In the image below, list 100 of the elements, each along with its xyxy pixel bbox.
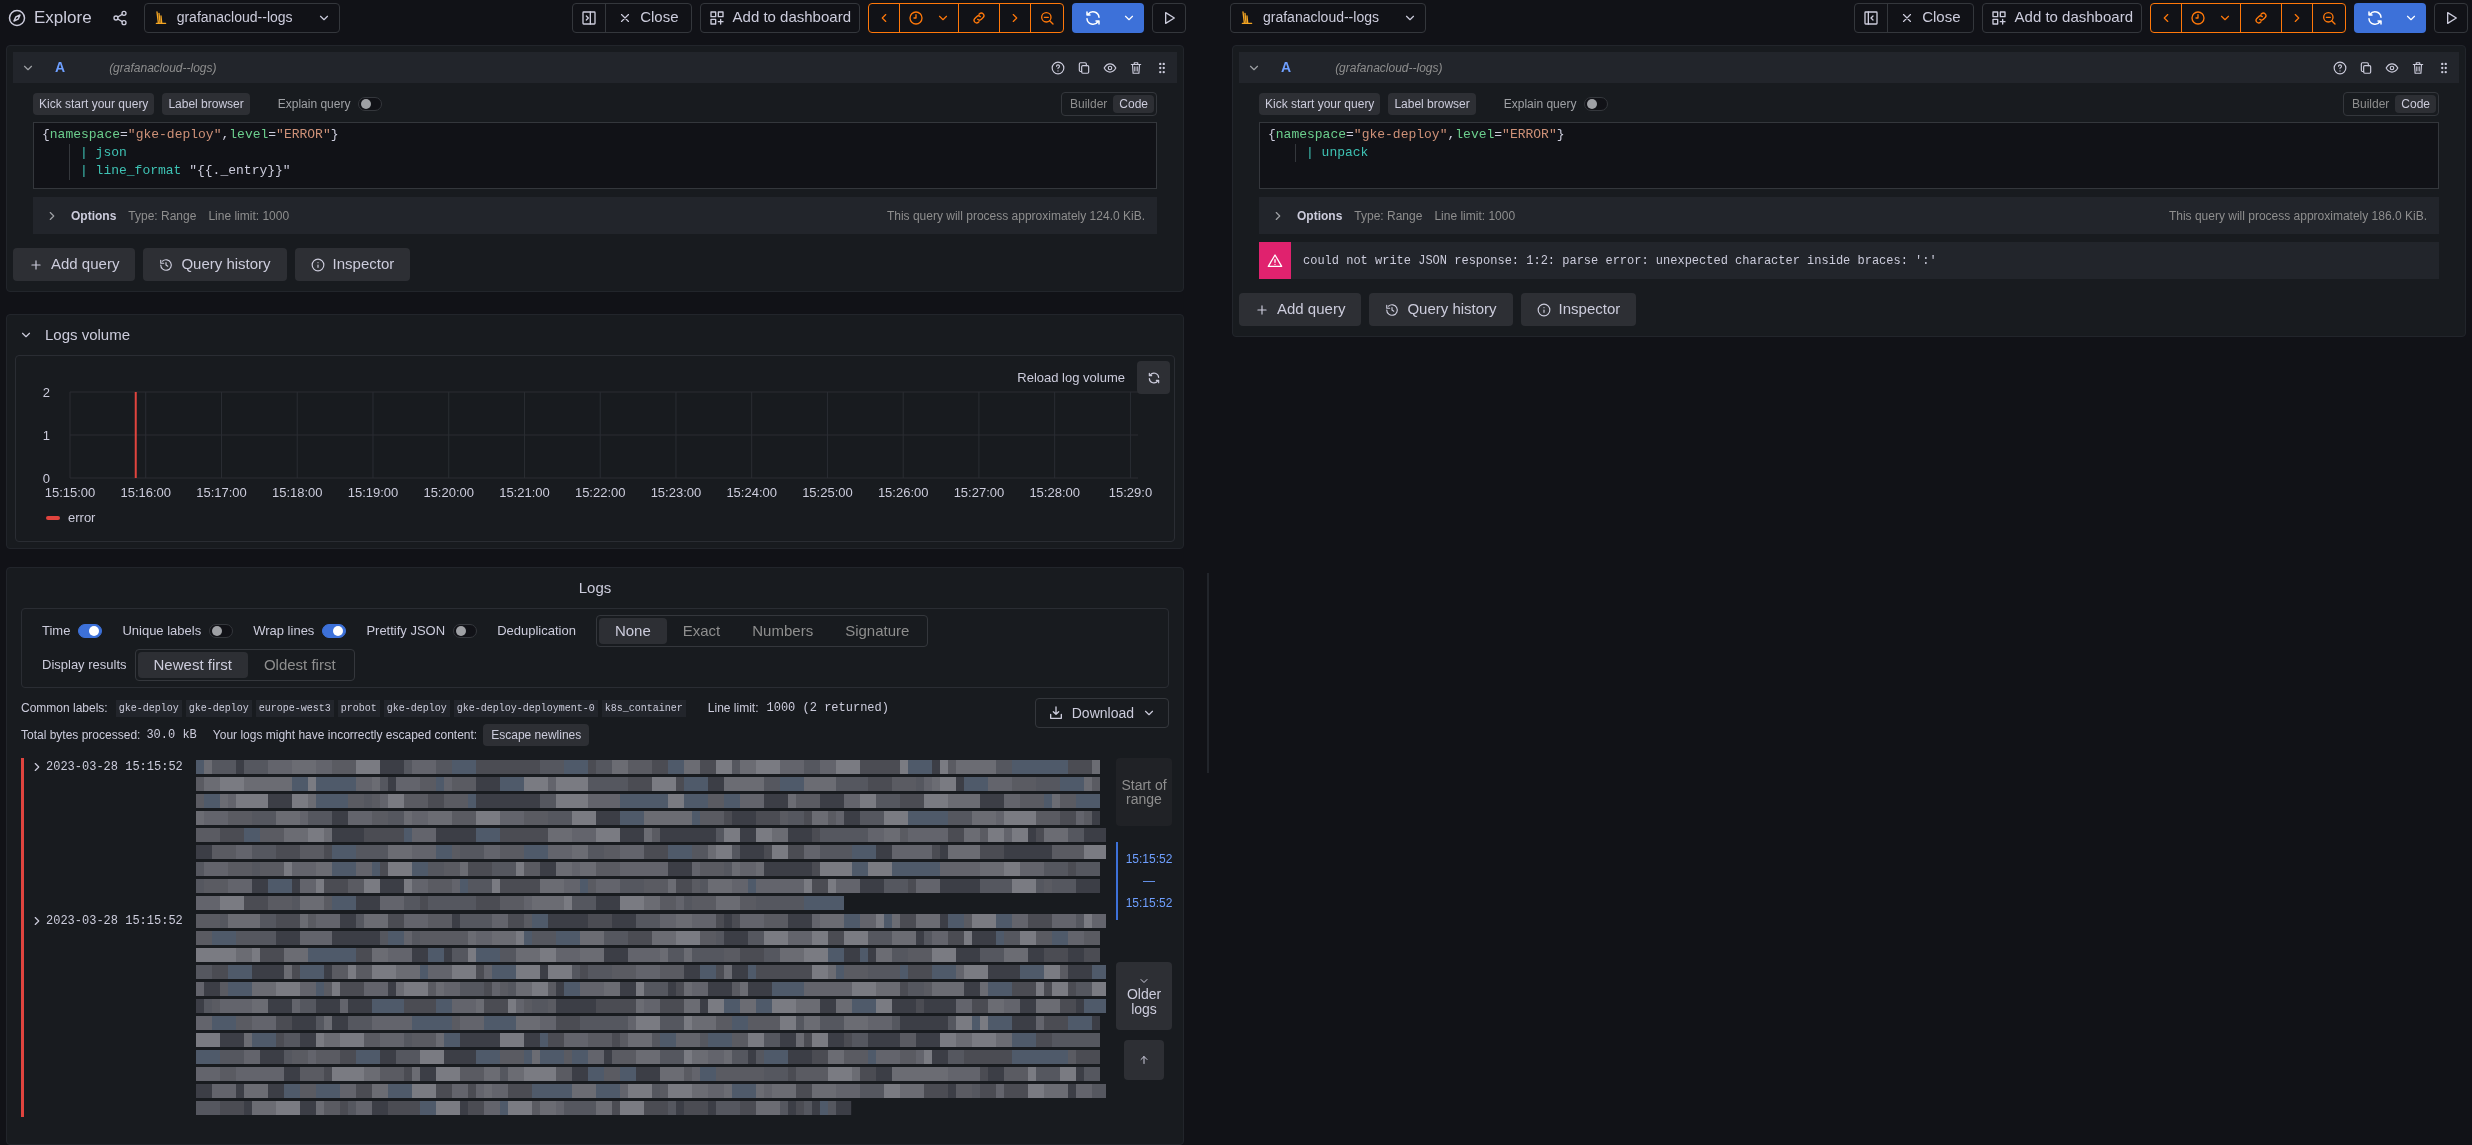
label-chip: europe-west3 [255, 699, 334, 717]
explain-query-toggle[interactable] [358, 97, 383, 111]
editor-mode-tab[interactable]: Code [2395, 95, 2436, 113]
compass-icon [8, 8, 26, 27]
duplicate-button[interactable] [2359, 60, 2373, 75]
options-row[interactable]: Options Type: Range Line limit: 1000 This query will process approximately 186.0 KiB. [1259, 197, 2439, 234]
dedup-option[interactable]: None [598, 618, 667, 644]
bytes-processed-label: Total bytes processed: [21, 727, 141, 744]
older-logs-button[interactable]: Older logs [1116, 962, 1172, 1030]
escape-warning: Your logs might have incorrectly escaped content: [212, 727, 478, 744]
option-label: Time [42, 622, 71, 641]
datasource-picker[interactable]: grafanacloud--logs [143, 2, 340, 33]
query-action-button[interactable]: Add query [13, 248, 136, 281]
run-query-button[interactable] [2434, 2, 2468, 33]
x-tick-label: 15:22:00 [574, 485, 626, 500]
help-button[interactable] [2333, 60, 2347, 75]
option-toggle[interactable] [322, 624, 347, 638]
help-button[interactable] [1051, 60, 1065, 75]
query-action-button[interactable]: Inspector [294, 248, 411, 281]
copy-icon [2359, 60, 2373, 75]
hide-query-button[interactable] [2385, 60, 2399, 75]
range-start-time: 15:15:52 [1125, 851, 1173, 868]
order-option[interactable]: Newest first [137, 652, 248, 678]
query-helper-button[interactable]: Kick start your query [33, 93, 155, 115]
line-limit: Line limit: 1000 [208, 207, 290, 225]
dedup-option[interactable]: Signature [829, 618, 926, 644]
query-action-button[interactable]: Add query [1239, 293, 1362, 326]
query-editor[interactable]: {namespace="gke-deploy",level="ERROR"} | json | line_format "{{._entry}}" [33, 122, 1157, 189]
query-action-button[interactable]: Query history [143, 248, 287, 281]
query-helper-button[interactable]: Label browser [1388, 93, 1476, 115]
plus-icon [1255, 302, 1269, 317]
grid-plus-icon [708, 9, 725, 26]
trash-icon [2411, 60, 2425, 75]
query-helper-button[interactable]: Label browser [162, 93, 250, 115]
x-tick-label: 15:18:00 [271, 485, 323, 500]
range-end-time: 15:15:52 [1125, 895, 1173, 912]
refresh-icon [2366, 8, 2384, 27]
options-row[interactable]: Options Type: Range Line limit: 1000 This query will process approximately 124.0 KiB. [33, 197, 1157, 234]
datasource-logo-icon [1239, 9, 1255, 26]
query-action-button[interactable]: Inspector [1520, 293, 1637, 326]
link-icon [2253, 9, 2269, 26]
query-datasource: (grafanacloud--logs) [1335, 59, 1443, 77]
panel-title: Logs volume [45, 324, 131, 345]
explain-query-toggle[interactable] [1584, 97, 1609, 111]
editor-mode-tab[interactable]: Code [1113, 95, 1154, 113]
option-toggle[interactable] [453, 624, 478, 638]
query-editor[interactable]: {namespace="gke-deploy",level="ERROR"} | unpack [1259, 122, 2439, 189]
reload-button[interactable] [1137, 361, 1170, 394]
warning-icon [1267, 252, 1283, 269]
share-icon [111, 9, 128, 26]
y-tick-label: 2 [42, 385, 50, 400]
editor-mode-tab[interactable]: Builder [2345, 95, 2396, 113]
options-label: Options [71, 207, 117, 225]
x-tick-label: 15:17:00 [196, 485, 247, 500]
run-query-button[interactable] [1152, 2, 1186, 33]
label-chip: gke-deploy [115, 699, 182, 717]
label-chip: gke-deploy-deployment-0 [453, 699, 598, 717]
duplicate-button[interactable] [1077, 60, 1091, 75]
code-line: {namespace="gke-deploy",level="ERROR"} [1268, 126, 1565, 144]
x-tick-label: 15:29:0 [1108, 485, 1153, 500]
help-icon [1051, 60, 1065, 75]
query-datasource: (grafanacloud--logs) [109, 59, 217, 77]
x-tick-label: 15:21:00 [499, 485, 550, 500]
error-message: could not write JSON response: 1:2: parse error: unexpected character inside braces: ':' [1303, 252, 1937, 270]
start-of-range-button[interactable]: Start of range [1116, 758, 1172, 826]
delete-button[interactable] [2411, 60, 2425, 75]
delete-button[interactable] [1129, 60, 1143, 75]
option-label: Deduplication [497, 622, 576, 641]
hide-query-button[interactable] [1103, 60, 1117, 75]
x-tick-label: 15:25:00 [802, 485, 853, 500]
plus-icon [29, 257, 43, 272]
grid-plus-icon [1990, 9, 2007, 26]
dedup-option[interactable]: Numbers [736, 618, 830, 644]
order-option[interactable]: Oldest first [247, 652, 352, 678]
legend-label: error [68, 509, 96, 527]
query-estimate: This query will process approximately 124.0 KiB. [886, 207, 1145, 225]
copy-icon [1077, 60, 1091, 75]
query-action-button[interactable]: Query history [1369, 293, 1513, 326]
split-view-icon [581, 9, 598, 26]
query-letter: A [1280, 58, 1293, 77]
label-chip: gke-deploy [185, 699, 252, 717]
option-toggle[interactable] [209, 624, 234, 638]
log-timestamp: 2023-03-28 15:15:52 [46, 913, 184, 930]
download-button[interactable]: Download [1034, 698, 1169, 728]
label-chip: gke-deploy [383, 699, 450, 717]
label-chip: probot [337, 699, 380, 717]
help-icon [2333, 60, 2347, 75]
reload-log-volume-label: Reload log volume [1017, 368, 1125, 387]
refresh-icon [1146, 370, 1161, 385]
dedup-option[interactable]: Exact [666, 618, 737, 644]
add-to-dashboard-button[interactable]: Add to dashboard [699, 2, 860, 33]
datasource-picker[interactable]: grafanacloud--logs [1230, 2, 1426, 33]
option-toggle[interactable] [78, 624, 103, 638]
eye-icon [1103, 60, 1117, 75]
add-to-dashboard-button[interactable]: Add to dashboard [1981, 2, 2142, 33]
query-helper-button[interactable]: Kick start your query [1259, 93, 1381, 115]
escape-newlines-button[interactable]: Escape newlines [483, 724, 590, 746]
panel-title: Logs [578, 577, 612, 598]
editor-mode-tab[interactable]: Builder [1063, 95, 1114, 113]
y-tick-label: 1 [42, 428, 50, 443]
